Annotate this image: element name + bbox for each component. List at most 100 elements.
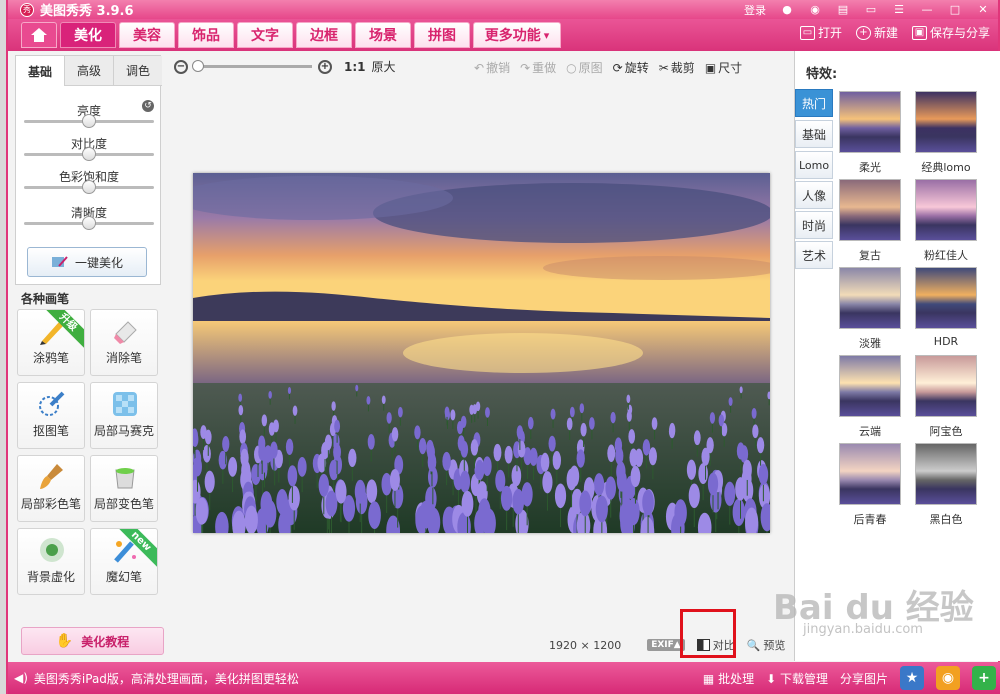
weibo-share-icon[interactable]: ◉	[936, 666, 960, 690]
tab-text[interactable]: 文字	[237, 22, 293, 48]
rotate-button[interactable]: ⟳ 旋转	[613, 59, 649, 76]
category-hot[interactable]: 热门	[795, 89, 833, 117]
one-click-beautify-button[interactable]: 一键美化	[27, 247, 147, 277]
slider-thumb[interactable]	[82, 147, 96, 161]
tab-accessories[interactable]: 饰品	[178, 22, 234, 48]
tutorial-button[interactable]: ✋ 美化教程	[21, 627, 164, 655]
maximize-icon[interactable]: □	[948, 3, 962, 16]
batch-button[interactable]: ▦ 批处理	[703, 670, 754, 687]
undo-button[interactable]: ↶ 撤销	[474, 59, 510, 76]
brush-recolor[interactable]: 局部变色笔	[90, 455, 158, 522]
zoom-slider[interactable]	[192, 60, 312, 72]
new-button[interactable]: + 新建	[855, 24, 898, 41]
crop-button[interactable]: ✂ 裁剪	[659, 59, 695, 76]
slider-track[interactable]	[24, 216, 154, 230]
adjust-panel: 基础 高级 调色 ↺ 亮度 对比度 色彩饱和度 清晰度 一键美化	[15, 55, 162, 285]
redo-button[interactable]: ↷ 重做	[520, 59, 556, 76]
save-share-button[interactable]: ▣ 保存与分享	[911, 24, 990, 41]
home-tab[interactable]	[21, 22, 57, 48]
tab-collage[interactable]: 拼图	[414, 22, 470, 48]
category-portrait[interactable]: 人像	[795, 181, 833, 209]
zoom-out-icon[interactable]: −	[174, 59, 188, 74]
slider-thumb[interactable]	[82, 216, 96, 230]
slider-thumb[interactable]	[82, 180, 96, 194]
subtab-advanced[interactable]: 高级	[65, 56, 114, 86]
flower-bloom	[228, 456, 238, 477]
zoom-in-icon[interactable]: +	[318, 59, 332, 74]
actual-size-label[interactable]: 原大	[372, 58, 396, 75]
status-message[interactable]: 美图秀秀iPad版，高清处理画面，美化拼图更轻松	[34, 670, 299, 687]
photo-canvas[interactable]	[193, 173, 770, 533]
brush-eraser[interactable]: 消除笔	[90, 309, 158, 376]
resize-button[interactable]: ▣ 尺寸	[705, 59, 742, 76]
weibo-icon[interactable]: ◉	[808, 3, 822, 16]
flower-bloom	[627, 497, 640, 526]
star-icon[interactable]: ★	[900, 666, 924, 690]
home-icon	[31, 28, 47, 42]
subtab-basic[interactable]: 基础	[16, 56, 65, 86]
download-button[interactable]: ⬇ 下载管理	[766, 670, 828, 687]
original-button[interactable]: ○ 原图	[566, 59, 603, 76]
actual-size-ratio[interactable]: 1:1	[344, 60, 366, 74]
flower-bloom	[263, 500, 277, 528]
rotate-label: 旋转	[624, 61, 649, 75]
tab-frame[interactable]: 边框	[296, 22, 352, 48]
effect-thumb[interactable]	[915, 443, 977, 505]
open-button[interactable]: ▭ 打开	[799, 24, 842, 41]
effect-thumb[interactable]	[839, 443, 901, 505]
effect-label: 淡雅	[859, 337, 881, 350]
brush-local-color[interactable]: 局部彩色笔	[17, 455, 85, 522]
login-link[interactable]: 登录	[744, 2, 766, 18]
brush-magic[interactable]: new 魔幻笔	[90, 528, 158, 595]
image-dimensions: 1920 × 1200	[549, 638, 622, 652]
effect-thumb[interactable]	[915, 179, 977, 241]
folder-icon: ▭	[799, 25, 815, 40]
effect-thumb[interactable]	[839, 91, 901, 153]
effect-thumb[interactable]	[915, 91, 977, 153]
brush-doodle[interactable]: 升级 涂鸦笔	[17, 309, 85, 376]
tab-scene[interactable]: 场景	[355, 22, 411, 48]
flower-bloom	[193, 456, 202, 477]
category-art[interactable]: 艺术	[795, 241, 833, 269]
slider-thumb[interactable]	[82, 114, 96, 128]
brush-bg-blur[interactable]: 背景虚化	[17, 528, 85, 595]
menu-icon[interactable]: ☰	[892, 3, 906, 16]
tab-beautify[interactable]: 美化	[60, 22, 116, 48]
open-label: 打开	[817, 26, 842, 40]
add-icon[interactable]: +	[972, 666, 996, 690]
feedback-icon[interactable]: ▭	[864, 3, 878, 16]
brush-label: 涂鸦笔	[32, 351, 69, 365]
qq-icon[interactable]: ●	[780, 3, 794, 16]
category-basic[interactable]: 基础	[795, 120, 833, 148]
brush-cutout[interactable]: 抠图笔	[17, 382, 85, 449]
flower-bloom	[742, 459, 752, 481]
tab-more[interactable]: 更多功能 ▾	[473, 22, 561, 48]
slider-track[interactable]	[24, 147, 154, 161]
category-lomo[interactable]: Lomo	[795, 151, 833, 179]
slider-track[interactable]	[24, 180, 154, 194]
cutout-pen-icon	[39, 391, 65, 416]
redo-icon: ↷	[520, 60, 531, 75]
flower-bloom	[389, 468, 400, 491]
brush-mosaic[interactable]: 局部马赛克	[90, 382, 158, 449]
subtab-color[interactable]: 调色	[114, 56, 162, 86]
effect-thumb[interactable]	[915, 267, 977, 329]
effect-thumb[interactable]	[915, 355, 977, 417]
effect-thumb[interactable]	[839, 179, 901, 241]
skin-icon[interactable]: ▤	[836, 3, 850, 16]
close-icon[interactable]: ✕	[976, 3, 990, 16]
speaker-icon: ◀)	[14, 671, 28, 685]
flower-bloom	[397, 406, 403, 418]
effect-label: 云端	[859, 425, 881, 438]
flower-bloom	[593, 473, 605, 496]
category-fashion[interactable]: 时尚	[795, 211, 833, 239]
slider-track[interactable]	[24, 114, 154, 128]
minimize-icon[interactable]: —	[920, 3, 934, 16]
tab-beauty[interactable]: 美容	[119, 22, 175, 48]
effect-thumb[interactable]	[839, 355, 901, 417]
effect-thumb[interactable]	[839, 267, 901, 329]
preview-button[interactable]: 🔍 预览	[747, 637, 786, 653]
share-image-label[interactable]: 分享图片	[840, 670, 888, 687]
zoom-thumb[interactable]	[192, 60, 204, 72]
flower-bloom	[366, 479, 378, 504]
